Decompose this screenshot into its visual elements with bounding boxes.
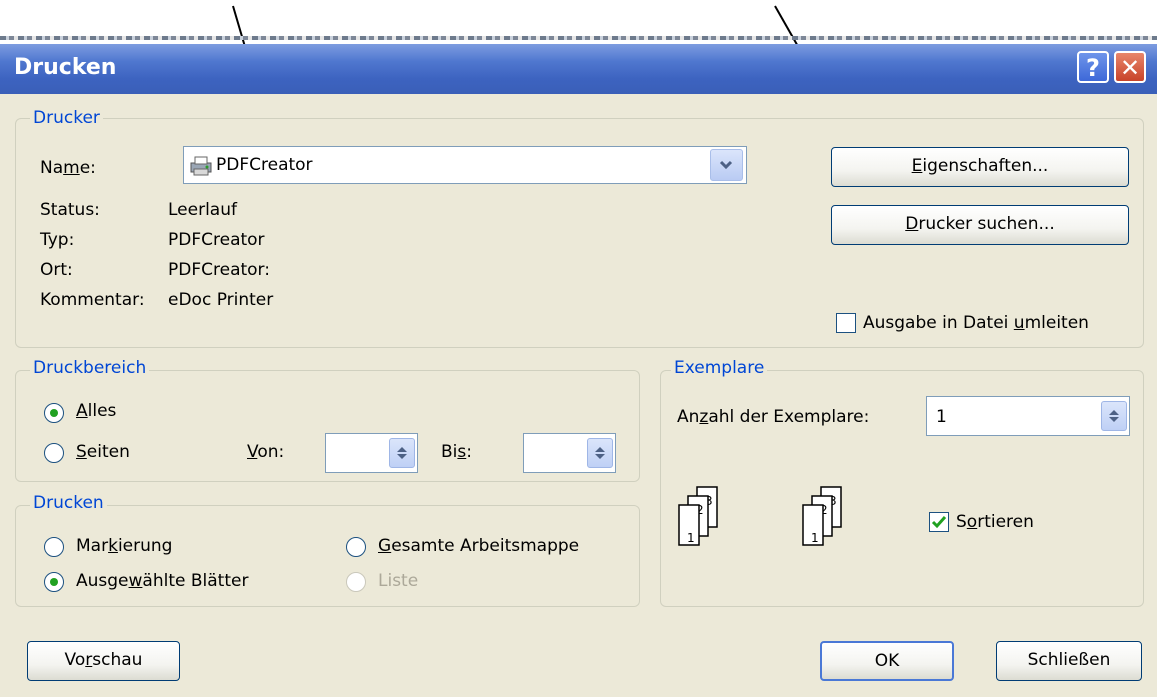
window-title: Drucken	[14, 55, 117, 80]
status-label: Status:	[40, 200, 100, 220]
to-page-input[interactable]	[523, 433, 616, 473]
page-number-1: 1	[811, 531, 819, 545]
selection-label: Markierung	[76, 536, 173, 556]
close-button[interactable]: Schließen	[996, 641, 1142, 681]
status-value: Leerlauf	[168, 200, 237, 220]
spin-down-icon	[1109, 417, 1119, 422]
spin-down-icon	[595, 454, 605, 459]
comment-label: Kommentar:	[40, 290, 145, 310]
spin-up-icon	[1109, 410, 1119, 415]
preview-button[interactable]: Vorschau	[27, 641, 180, 681]
from-page-input[interactable]	[325, 433, 418, 473]
collate-checkbox[interactable]	[929, 512, 949, 532]
print-range-legend: Druckbereich	[30, 358, 150, 378]
range-all-label: Alles	[76, 401, 117, 421]
to-page-spinner[interactable]	[587, 438, 613, 468]
entire-workbook-radio[interactable]	[346, 537, 366, 557]
chevron-down-icon	[719, 160, 733, 170]
comment-value: eDoc Printer	[168, 290, 274, 310]
find-printer-button[interactable]: Drucker suchen...	[831, 205, 1129, 245]
print-to-file-checkbox[interactable]	[836, 313, 856, 333]
print-what-group	[15, 505, 640, 607]
printer-name-select[interactable]: PDFCreator	[183, 146, 747, 184]
copies-count-value: 1	[936, 407, 947, 427]
range-all-radio[interactable]	[44, 403, 64, 423]
checkmark-icon	[931, 516, 947, 529]
from-label: Von:	[247, 442, 285, 462]
location-label: Ort:	[40, 260, 73, 280]
range-pages-radio[interactable]	[44, 443, 64, 463]
print-what-legend: Drucken	[30, 493, 107, 513]
collate-label: Sortieren	[956, 512, 1034, 532]
printer-name-label: Name:	[40, 158, 96, 178]
from-page-spinner[interactable]	[389, 438, 415, 468]
entire-workbook-label: Gesamte Arbeitsmappe	[378, 536, 580, 556]
page-number-1: 1	[687, 531, 695, 545]
printer-group-legend: Drucker	[30, 108, 103, 128]
close-window-button[interactable]: ✕	[1114, 51, 1146, 83]
type-value: PDFCreator	[168, 230, 265, 250]
active-sheets-radio[interactable]	[44, 572, 64, 592]
copies-count-label: Anzahl der Exemplare:	[677, 407, 870, 427]
list-label: Liste	[378, 571, 419, 591]
active-sheets-label: Ausgewählte Blätter	[76, 571, 249, 591]
copies-legend: Exemplare	[671, 358, 768, 378]
list-radio	[346, 572, 366, 592]
properties-button[interactable]: Eigenschaften...	[831, 147, 1129, 187]
print-to-file-label: Ausgabe in Datei umleiten	[863, 313, 1089, 333]
title-bar[interactable]	[0, 44, 1157, 94]
copies-count-spinner[interactable]	[1101, 401, 1127, 431]
ok-button[interactable]: OK	[820, 641, 954, 681]
collate-pages-icon: 3 2 1	[678, 486, 718, 546]
spin-up-icon	[397, 447, 407, 452]
help-button[interactable]: ?	[1077, 51, 1109, 83]
spin-down-icon	[397, 454, 407, 459]
spin-up-icon	[595, 447, 605, 452]
printer-name-value: PDFCreator	[216, 155, 313, 175]
printer-icon	[190, 156, 212, 176]
type-label: Typ:	[40, 230, 75, 250]
dropdown-button[interactable]	[710, 149, 743, 181]
copies-count-input[interactable]: 1	[926, 396, 1130, 436]
screen-edge	[0, 36, 1157, 40]
collate-pages-icon: 3 2 1	[802, 486, 842, 546]
location-value: PDFCreator:	[168, 260, 270, 280]
selection-radio[interactable]	[44, 537, 64, 557]
to-label: Bis:	[441, 442, 472, 462]
range-pages-label: Seiten	[76, 442, 130, 462]
